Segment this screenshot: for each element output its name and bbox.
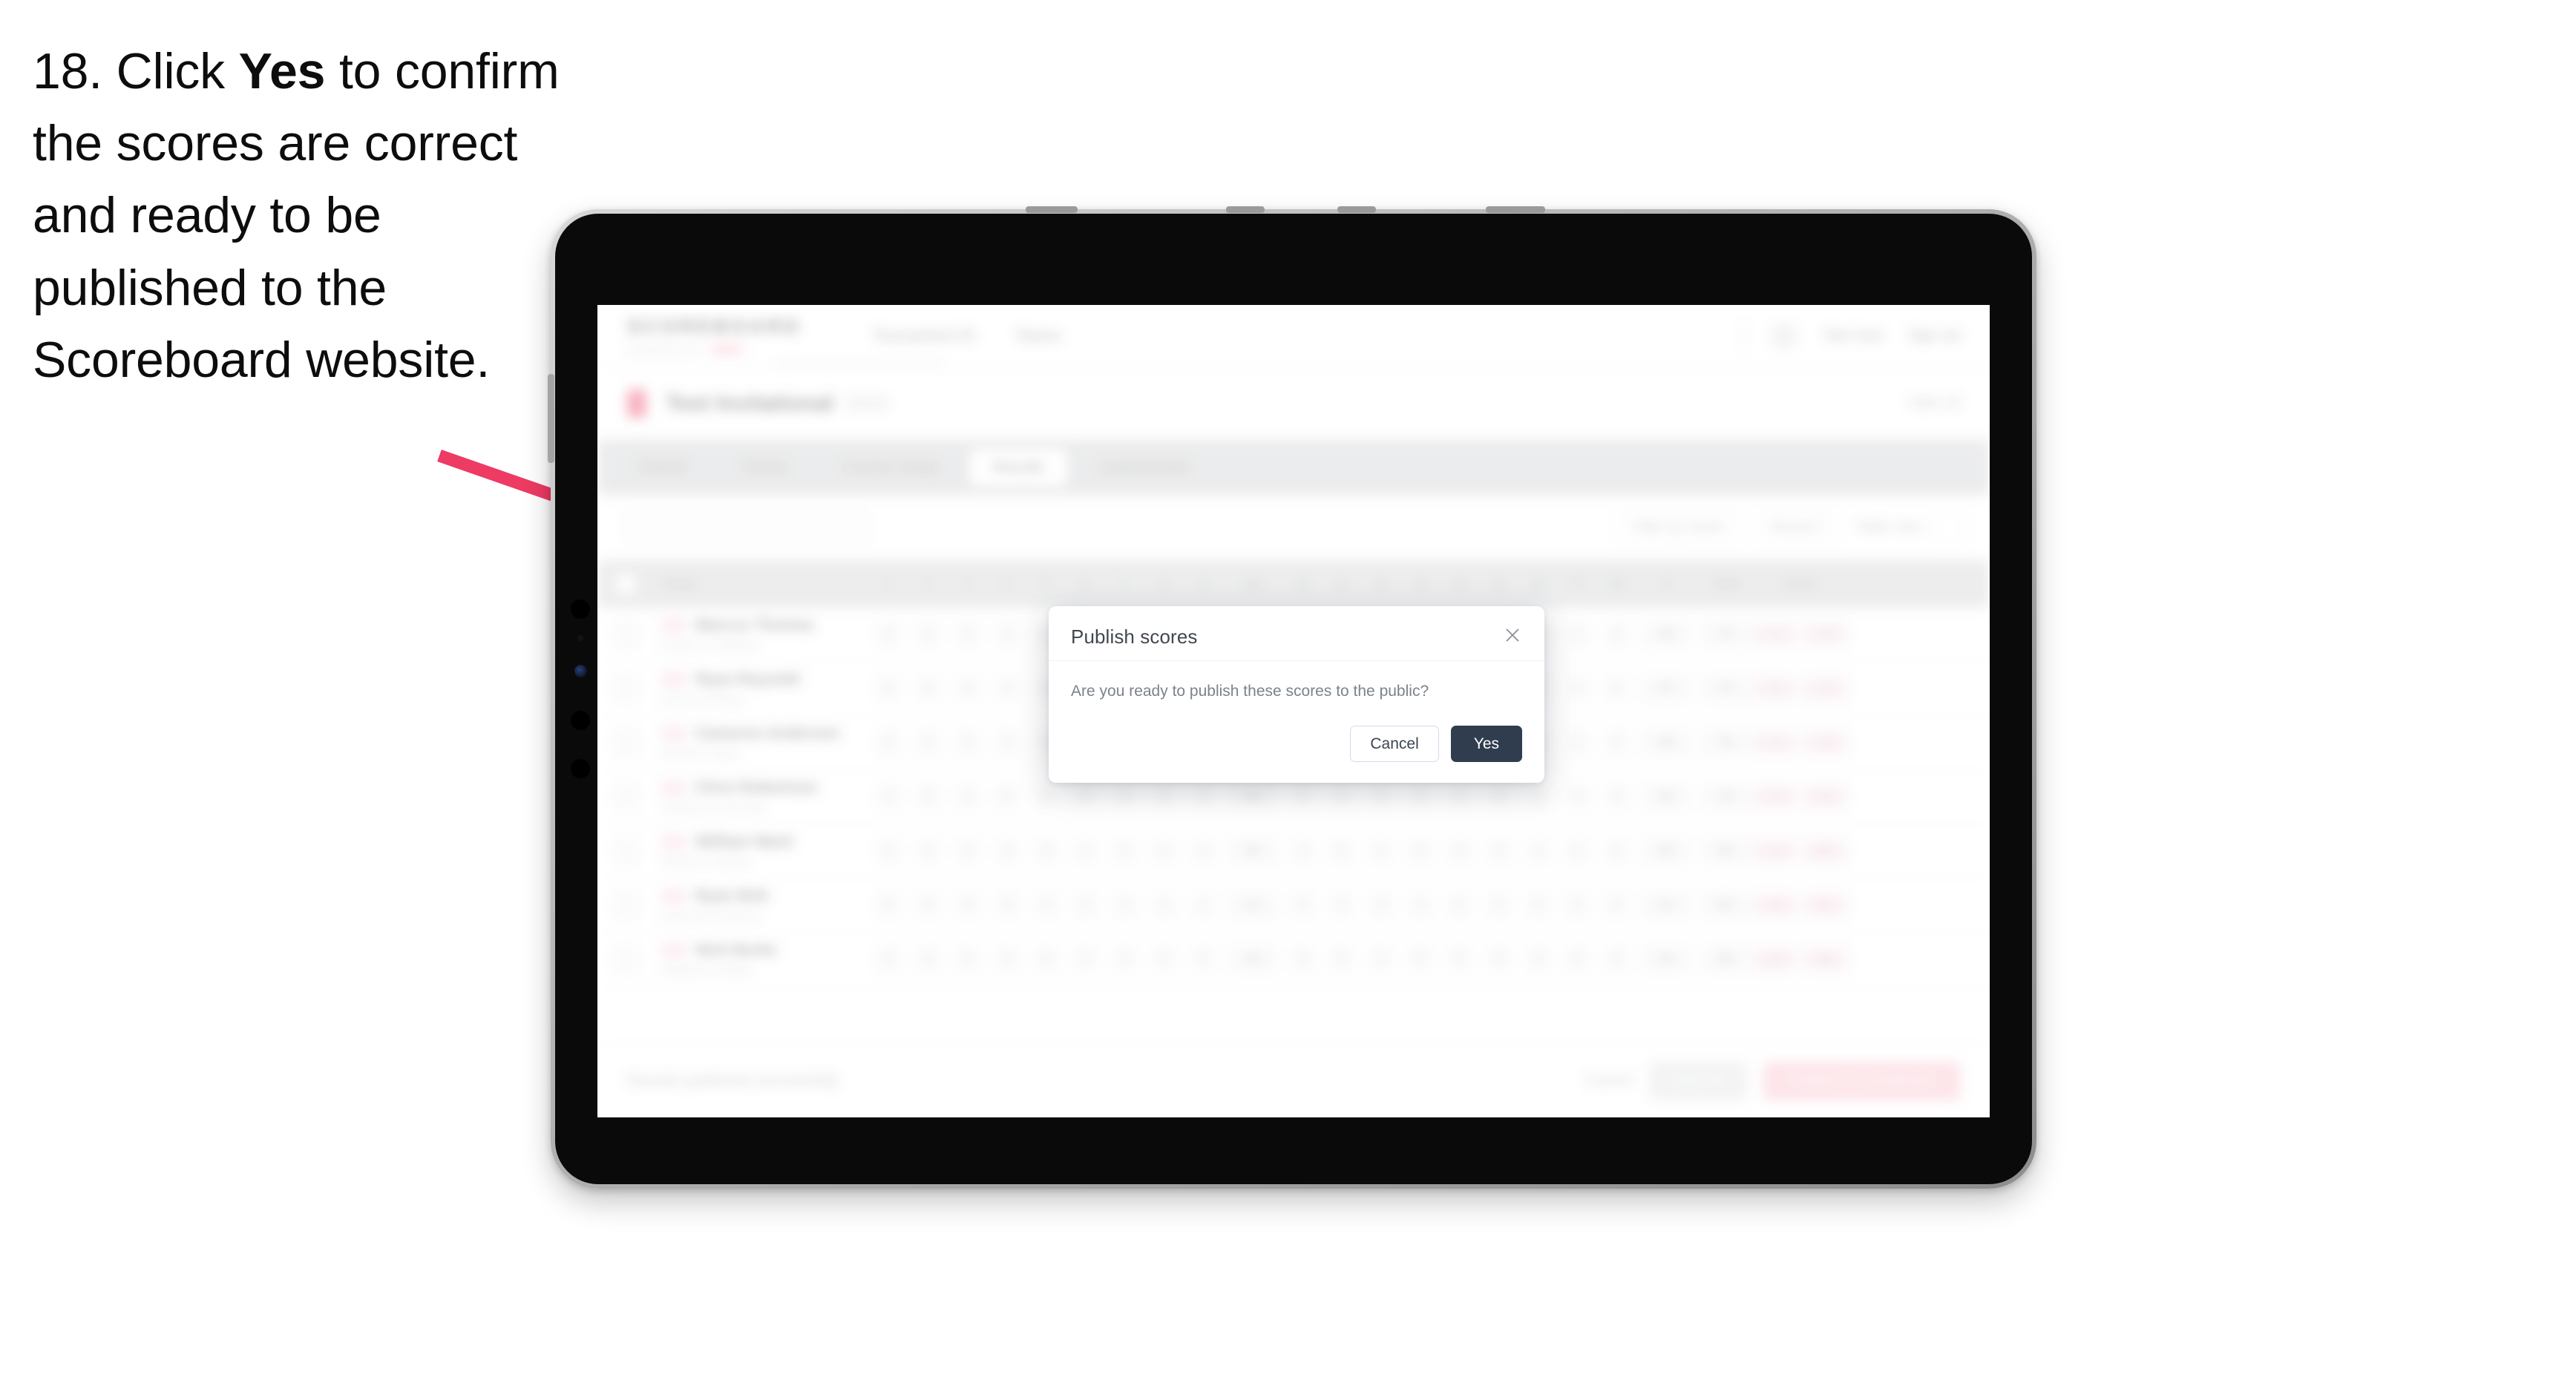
tablet-bezel: SCOREBOARD POWERED BY GOLF Tournament ID… bbox=[555, 214, 2032, 1184]
instruction-emphasis: Yes bbox=[238, 43, 326, 99]
dialog-body: Are you ready to publish these scores to… bbox=[1049, 661, 1544, 709]
tablet-screen: SCOREBOARD POWERED BY GOLF Tournament ID… bbox=[597, 305, 1990, 1117]
dialog-message: Are you ready to publish these scores to… bbox=[1071, 683, 1429, 700]
device-button-3 bbox=[1337, 206, 1376, 213]
instruction-step-number: 18. bbox=[33, 43, 102, 99]
device-button-2 bbox=[1226, 206, 1265, 213]
camera-lens-icon bbox=[571, 759, 590, 778]
dialog-footer: Cancel Yes bbox=[1049, 709, 1544, 783]
close-icon[interactable] bbox=[1500, 623, 1525, 648]
dialog-title: Publish scores bbox=[1071, 625, 1198, 648]
device-top-edge-buttons bbox=[1026, 206, 1545, 214]
device-button-4 bbox=[1486, 206, 1545, 213]
device-left-edge-button bbox=[548, 374, 554, 463]
tablet-device: SCOREBOARD POWERED BY GOLF Tournament ID… bbox=[548, 206, 2036, 1189]
camera-dot-icon bbox=[577, 635, 583, 641]
dialog-header: Publish scores bbox=[1049, 606, 1544, 661]
instruction-text-before: Click bbox=[116, 43, 239, 99]
device-button-1 bbox=[1026, 206, 1078, 213]
cancel-button[interactable]: Cancel bbox=[1350, 726, 1439, 763]
instruction-caption: 18. Click Yes to confirm the scores are … bbox=[33, 36, 574, 396]
publish-scores-dialog: Publish scores Are you ready to publish … bbox=[1049, 606, 1544, 784]
camera-lens-icon bbox=[571, 600, 590, 619]
confirm-yes-button[interactable]: Yes bbox=[1450, 726, 1522, 763]
camera-lens-icon bbox=[571, 711, 590, 730]
camera-sensor-icon bbox=[574, 665, 587, 677]
camera-cluster bbox=[571, 600, 590, 800]
